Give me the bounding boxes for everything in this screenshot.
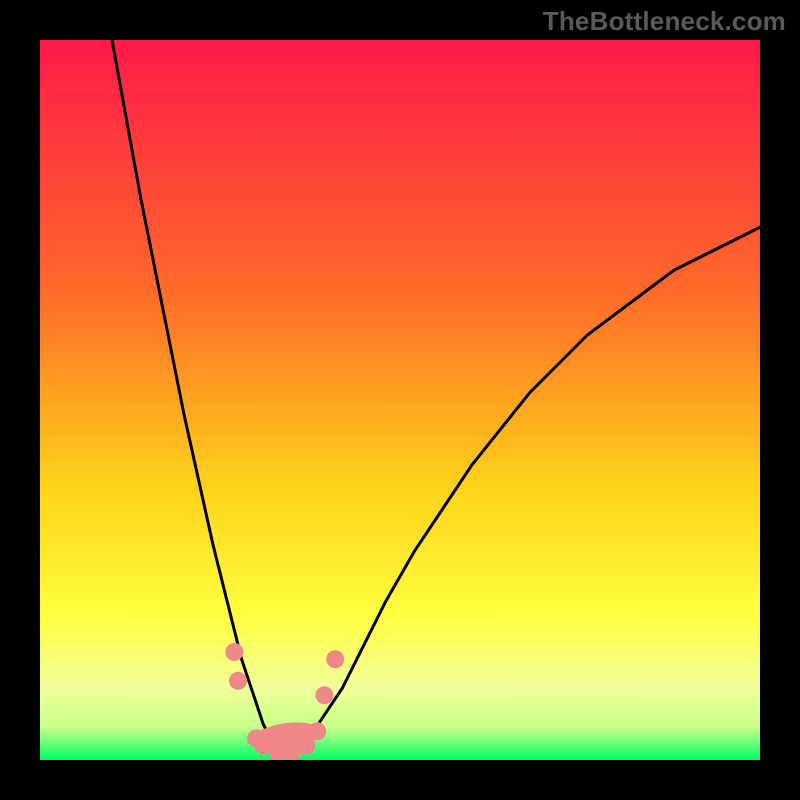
gradient-background [40, 40, 760, 760]
chart-frame: TheBottleneck.com [0, 0, 800, 800]
plot-area [40, 40, 760, 760]
data-marker [225, 643, 243, 661]
data-marker [308, 722, 326, 740]
data-marker [297, 737, 315, 755]
watermark-label: TheBottleneck.com [543, 6, 786, 37]
plot-svg [40, 40, 760, 760]
data-marker [229, 672, 247, 690]
data-marker [315, 686, 333, 704]
data-marker [326, 650, 344, 668]
